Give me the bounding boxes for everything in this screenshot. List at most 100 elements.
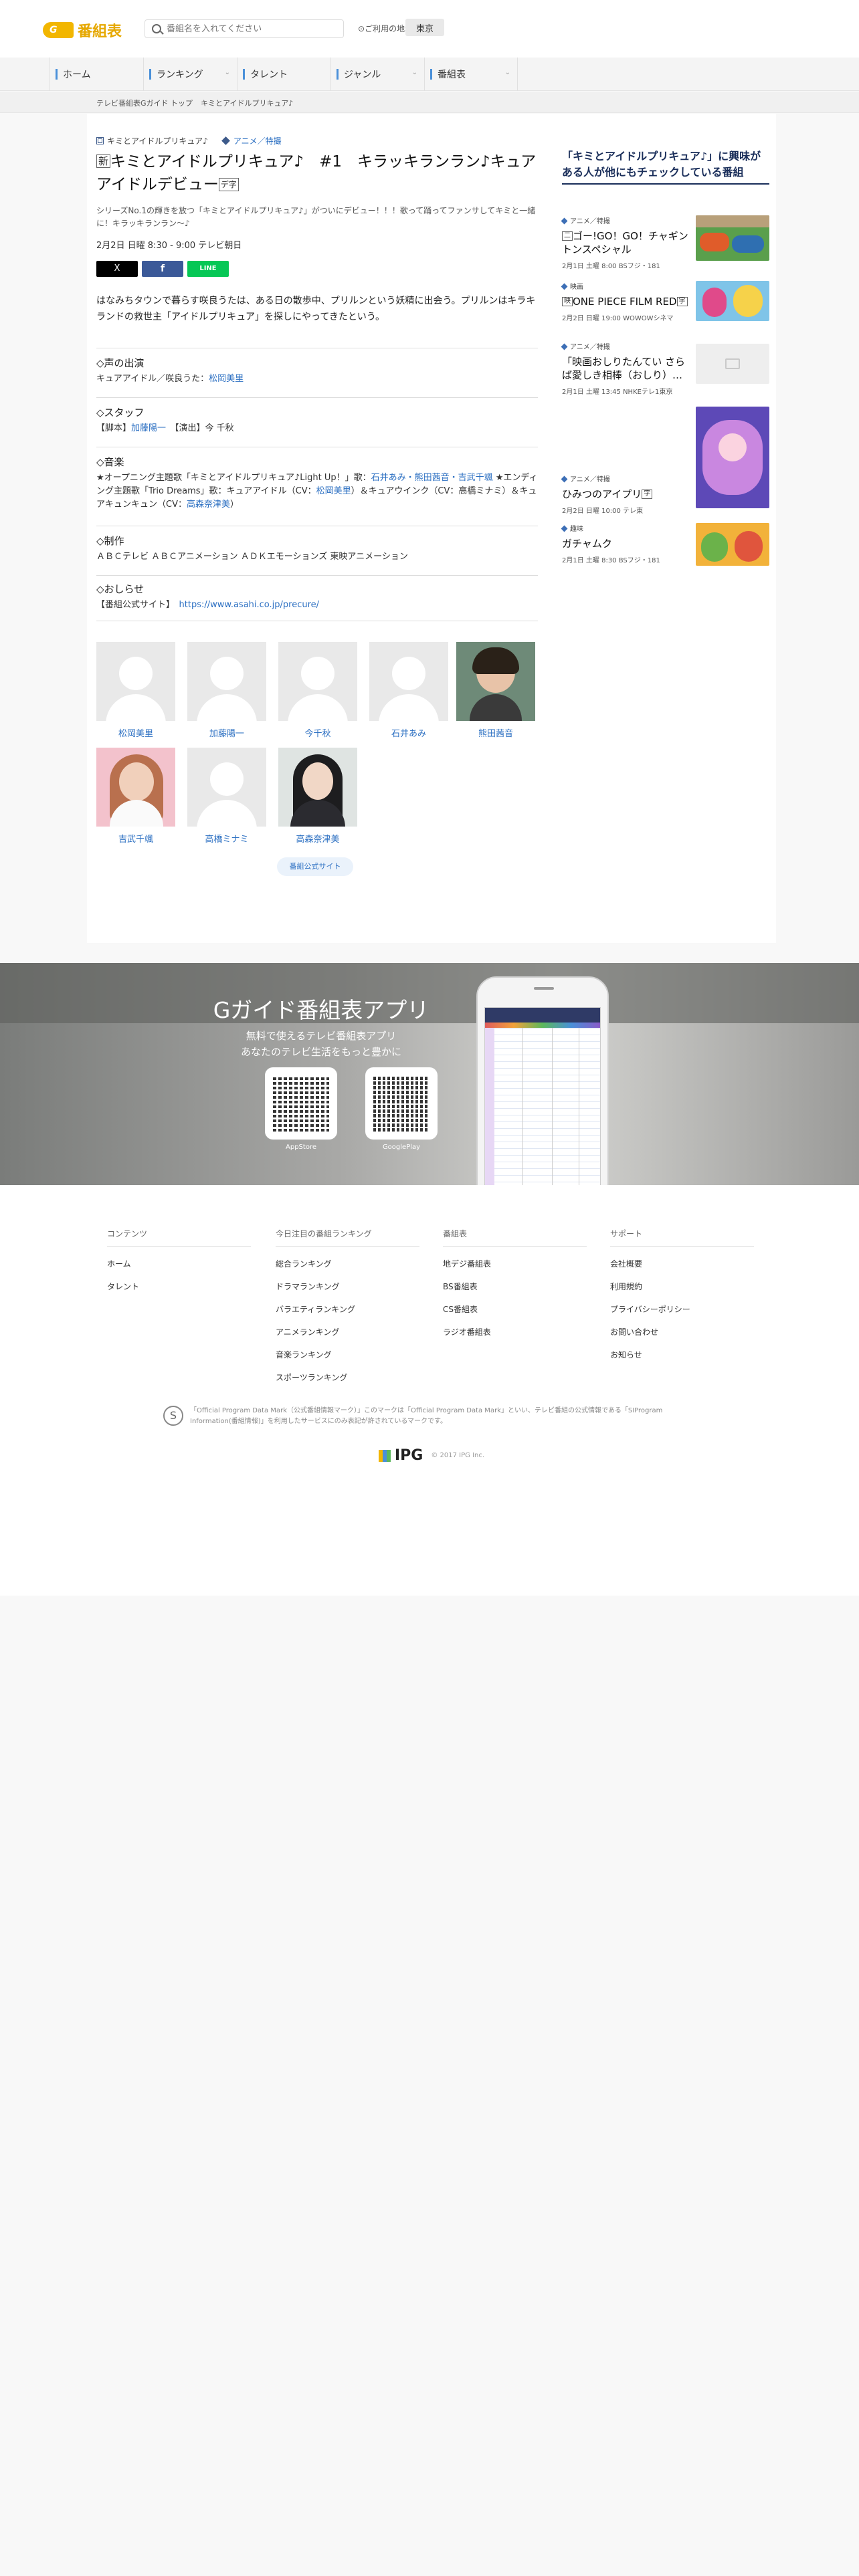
cast-card[interactable]: 松岡美里 [96,642,175,739]
footer-link[interactable]: 音楽ランキング [276,1349,419,1360]
program-datetime: 2月2日 日曜 8:30 - 9:00 テレビ朝日 [96,241,242,251]
nav-schedule[interactable]: 番組表 ⌄ [424,58,518,91]
footer-link[interactable]: BS番組表 [443,1281,587,1292]
odm-mark-icon: S [163,1406,183,1426]
voice-section: ◇声の出演 キュアアイドル／咲良うた：松岡美里 [96,356,244,386]
related-program-item[interactable]: アニメ／特撮 「映画おしりたんてい さらば愛しき相棒（おしり）… 2月1日 土曜… [562,341,769,396]
music-ed-artist-link[interactable]: 松岡美里 [316,486,351,496]
cast-name[interactable]: 加藤陽一 [187,726,266,739]
genre-tag[interactable]: アニメ／特撮 [221,135,282,146]
program-lead: シリーズNo.1の輝きを放つ「キミとアイドルプリキュア♪」がついにデビュー！！！… [96,206,536,228]
footer-link[interactable]: ホーム [107,1258,251,1269]
footer-link[interactable]: 利用規約 [610,1281,754,1292]
caption-badge: デ字 [218,178,239,191]
related-program-text: アニメ／特撮 ひみつのアイプリ字 2月2日 日曜 10:00 テレ東 [562,473,689,515]
site-header: G 番組表 ⊙ご利用の地域 東京 [0,0,859,58]
share-buttons: X f LINE [96,261,229,277]
voice-actor-link[interactable]: 松岡美里 [209,374,244,384]
footer-link[interactable]: プライバシーポリシー [610,1303,754,1315]
search-icon[interactable] [152,24,161,33]
cast-photo-placeholder [369,642,448,721]
footer-col-heading: 今日注目の番組ランキング [276,1228,419,1247]
footer-link[interactable]: 地デジ番組表 [443,1258,587,1269]
official-site-button[interactable]: 番組公式サイト [277,857,353,876]
no-image-placeholder [696,344,769,384]
footer-link[interactable]: ドラマランキング [276,1281,419,1292]
cast-name[interactable]: 高森奈津美 [278,832,357,845]
cast-name[interactable]: 今千秋 [278,726,357,739]
cast-name[interactable]: 吉武千颯 [96,832,175,845]
music-body: ★オープニング主題歌「キミとアイドルプリキュア♪Light Up！」歌：石井あみ… [96,473,538,510]
related-program-item[interactable]: 映画 映 ONE PIECE FILM RED 字 2月2日 日曜 19:00 WO… [562,281,769,322]
breadcrumb-home[interactable]: テレビ番組表Gガイド トップ [96,98,193,108]
divider [96,575,538,576]
related-program-item[interactable]: 趣味 ガチャムク 2月1日 土曜 8:30 BSフジ・181 [562,523,769,566]
related-program-title: 「映画おしりたんてい さらば愛しき相棒（おしり）… [562,356,686,381]
footer-link[interactable]: アニメランキング [276,1326,419,1337]
nav-marker [56,69,58,80]
googleplay-qr[interactable] [365,1067,438,1140]
page-title: 新キミとアイドルプリキュア♪ #1 キラッキランラン♪キュアアイドルデビュー デ字 [96,153,537,193]
cast-card[interactable]: 吉武千颯 [96,748,175,845]
footer-link[interactable]: バラエティランキング [276,1303,419,1315]
music-ed-artist-link-2[interactable]: 高森奈津美 [187,500,230,510]
footer-col-ranking: 今日注目の番組ランキング 総合ランキング ドラマランキング バラエティランキング… [276,1228,419,1383]
footer-link[interactable]: スポーツランキング [276,1372,419,1383]
official-url-link[interactable]: https://www.asahi.co.jp/precure/ [179,600,320,610]
cast-card[interactable]: 高橋ミナミ [187,748,266,845]
footer-link[interactable]: 総合ランキング [276,1258,419,1269]
appstore-qr[interactable] [265,1067,337,1140]
nav-genre[interactable]: ジャンル ⌄ [330,58,424,91]
footer-link[interactable]: お問い合わせ [610,1326,754,1337]
site-footer: コンテンツ ホーム タレント 今日注目の番組ランキング 総合ランキング ドラマラ… [0,1185,859,1596]
site-logo[interactable]: G 番組表 [43,19,122,41]
share-facebook-button[interactable]: f [142,261,183,277]
nav-home[interactable]: ホーム [50,58,143,91]
footer-link[interactable]: CS番組表 [443,1303,587,1315]
cast-photo [456,642,535,721]
related-program-time: 2月2日 日曜 10:00 テレ東 [562,508,644,515]
staff-writer-link[interactable]: 加藤陽一 [131,423,166,433]
cast-name[interactable]: 石井あみ [369,726,448,739]
phone-mockup [476,976,609,1185]
genre-label: アニメ／特撮 [562,473,689,484]
cast-photo-placeholder [187,642,266,721]
footer-link[interactable]: ラジオ番組表 [443,1326,587,1337]
search-box [145,19,344,38]
production-section: ◇制作 ＡＢＣテレビ ＡＢＣアニメーション ＡＤＫエモーションズ 東映アニメーシ… [96,534,408,564]
notice-heading: ◇おしらせ [96,583,145,595]
cast-card[interactable]: 今千秋 [278,642,357,739]
share-x-button[interactable]: X [96,261,138,277]
breadcrumb: テレビ番組表Gガイド トップ › キミとアイドルプリキュア♪ [0,92,859,113]
search-input[interactable] [167,21,334,36]
nav-talent[interactable]: タレント [237,58,330,91]
music-op-artists-link[interactable]: 石井あみ・熊田茜音・吉武千颯 [371,473,493,483]
nav-ranking[interactable]: ランキング ⌄ [143,58,237,91]
cast-name[interactable]: 高橋ミナミ [187,832,266,845]
voice-body: キュアアイドル／咲良うた：松岡美里 [96,374,244,384]
cast-card[interactable]: 石井あみ [369,642,448,739]
footer-link[interactable]: タレント [107,1281,251,1292]
staff-heading: ◇スタッフ [96,407,145,419]
googleplay-label: GooglePlay [382,1144,421,1151]
region-button[interactable]: 東京 [405,19,444,36]
related-program-item[interactable]: アニメ／特撮 二ゴー!GO！GO！チャギントンスペシャル 2月1日 土曜 8:0… [562,215,769,270]
series-tag[interactable]: キミとアイドルプリキュア♪ [96,135,208,146]
cast-card[interactable]: 高森奈津美 [278,748,357,845]
cast-card[interactable]: 加藤陽一 [187,642,266,739]
cast-name[interactable]: 熊田茜音 [456,726,535,739]
badge: 二 [562,231,573,241]
notice-body: 【番組公式サイト】 https://www.asahi.co.jp/precur… [96,600,320,610]
cast-name[interactable]: 松岡美里 [96,726,175,739]
program-thumbnail [696,407,769,508]
program-description: はなみちタウンで暮らす咲良うたは、ある日の散歩中、プリルンという妖精に出会う。プ… [96,296,536,322]
footer-link[interactable]: 会社概要 [610,1258,754,1269]
cast-card[interactable]: 熊田茜音 [456,642,535,739]
footer-col-heading: コンテンツ [107,1228,251,1247]
nav-marker [243,69,245,80]
promo-subtitle-2: あなたのテレビ生活をもっと豊かに [240,1046,401,1058]
share-line-button[interactable]: LINE [187,261,229,277]
footer-link[interactable]: お知らせ [610,1349,754,1360]
music-section: ◇音楽 ★オープニング主題歌「キミとアイドルプリキュア♪Light Up！」歌：… [96,455,538,512]
footer-col-schedule: 番組表 地デジ番組表 BS番組表 CS番組表 ラジオ番組表 [443,1228,587,1337]
